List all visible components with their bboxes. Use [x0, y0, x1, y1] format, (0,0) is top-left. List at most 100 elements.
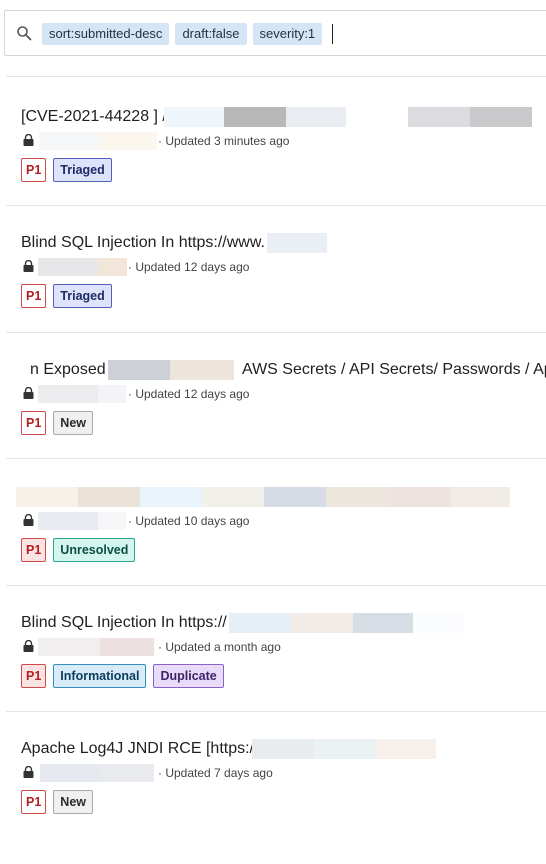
severity-badge: P1: [21, 284, 47, 308]
redacted-text: [314, 739, 376, 759]
redacted-reporter: [40, 764, 102, 782]
lock-icon: [23, 640, 34, 652]
redacted-text: [353, 613, 413, 633]
redacted-reporter: [98, 385, 126, 403]
lock-icon: [23, 260, 34, 272]
status-badge: Unresolved: [53, 538, 136, 562]
redacted-text: [376, 739, 436, 759]
redacted-reporter: [98, 258, 127, 276]
report-title-text: Blind SQL Injection In https://www.: [21, 234, 265, 251]
status-badge: Triaged: [53, 284, 112, 308]
report-title-text: Blind SQL Injection In https://: [21, 614, 227, 631]
report-card[interactable]: Blind SQL Injection In https://www. · Up…: [0, 232, 546, 358]
redacted-reporter: [102, 764, 154, 782]
search-icon: [17, 26, 32, 41]
report-meta: · Updated 12 days ago: [21, 258, 541, 276]
redacted-text: [16, 487, 78, 507]
updated-time: · Updated 12 days ago: [128, 387, 250, 401]
divider: [6, 332, 546, 333]
lock-icon: [23, 387, 34, 399]
search-bar[interactable]: sort:submitted-desc draft:false severity…: [4, 10, 546, 56]
report-title[interactable]: n Exposed AWS Secrets / API Secrets/ Pas…: [21, 359, 546, 381]
report-badges: P1 Triaged: [21, 158, 119, 182]
redacted-text: [413, 613, 463, 633]
severity-badge: P1: [21, 411, 47, 435]
divider: [6, 205, 546, 206]
filter-chip-draft[interactable]: draft:false: [175, 23, 247, 45]
updated-time: · Updated 10 days ago: [128, 514, 250, 528]
filter-chip-sort[interactable]: sort:submitted-desc: [42, 23, 170, 45]
report-card[interactable]: n Exposed AWS Secrets / API Secrets/ Pas…: [0, 359, 546, 485]
report-meta: · Updated 12 days ago: [21, 385, 541, 403]
report-meta: · Updated 10 days ago: [21, 512, 541, 530]
report-title-text: Apache Log4J JNDI RCE [https://: [21, 740, 259, 757]
report-badges: P1 Unresolved: [21, 538, 142, 562]
updated-time: · Updated a month ago: [158, 640, 281, 654]
status-badge: New: [53, 790, 93, 814]
redacted-reporter: [38, 385, 98, 403]
redacted-text: [286, 107, 346, 127]
updated-time: · Updated 12 days ago: [128, 260, 250, 274]
status-badge: Informational: [53, 664, 147, 688]
lock-icon: [23, 514, 34, 526]
redacted-text: [408, 107, 470, 127]
severity-badge: P1: [21, 790, 47, 814]
report-title-text: [CVE-2021-44228 ] /: [21, 108, 167, 125]
redacted-reporter: [99, 132, 157, 150]
divider: [6, 458, 546, 459]
report-card[interactable]: Blind SQL Injection In https:// · Update…: [0, 612, 546, 738]
redacted-text: [164, 107, 224, 127]
redacted-text: [229, 613, 291, 633]
report-title-text: AWS Secrets / API Secrets/ Passwords / A…: [242, 361, 546, 378]
report-badges: P1 Triaged: [21, 284, 119, 308]
report-title[interactable]: Apache Log4J JNDI RCE [https://: [21, 738, 546, 760]
report-badges: P1 New: [21, 411, 100, 435]
severity-badge: P1: [21, 538, 47, 562]
report-badges: P1 Informational Duplicate: [21, 664, 231, 688]
redacted-reporter: [38, 258, 98, 276]
redacted-reporter: [38, 638, 100, 656]
redacted-text: [470, 107, 532, 127]
lock-icon: [23, 134, 34, 146]
redacted-reporter: [39, 132, 99, 150]
redacted-text: [450, 487, 510, 507]
redacted-text: [224, 107, 286, 127]
redacted-text: [326, 487, 388, 507]
redacted-reporter: [38, 512, 98, 530]
report-title-prefix: n Exposed: [30, 361, 106, 378]
redacted-text: [291, 613, 353, 633]
report-meta: · Updated 3 minutes ago: [21, 132, 541, 150]
report-card[interactable]: Apache Log4J JNDI RCE [https:// · Update…: [0, 738, 546, 864]
redacted-text: [267, 233, 327, 253]
divider: [6, 711, 546, 712]
report-title[interactable]: [CVE-2021-44228 ] /: [21, 106, 546, 128]
redacted-text: [264, 487, 326, 507]
text-caret: [332, 24, 334, 44]
redacted-reporter: [100, 638, 154, 656]
redacted-text: [78, 487, 140, 507]
report-title[interactable]: Blind SQL Injection In https://www.: [21, 232, 546, 254]
severity-badge: P1: [21, 664, 47, 688]
redacted-text: [140, 487, 202, 507]
substate-badge: Duplicate: [153, 664, 224, 688]
report-badges: P1 New: [21, 790, 100, 814]
divider: [6, 585, 546, 586]
status-badge: Triaged: [53, 158, 112, 182]
redacted-text: [388, 487, 450, 507]
redacted-text: [202, 487, 264, 507]
divider: [6, 76, 546, 77]
report-card[interactable]: · Updated 10 days ago P1 Unresolved: [0, 486, 546, 612]
severity-badge: P1: [21, 158, 47, 182]
report-title[interactable]: Blind SQL Injection In https://: [21, 612, 546, 634]
search-filter-chips: sort:submitted-desc draft:false severity…: [42, 23, 334, 45]
report-meta: · Updated 7 days ago: [21, 764, 541, 782]
redacted-text: [108, 360, 170, 380]
report-card[interactable]: [CVE-2021-44228 ] / · Updated 3 minutes …: [0, 106, 546, 232]
lock-icon: [23, 766, 34, 778]
updated-time: · Updated 3 minutes ago: [158, 134, 290, 148]
report-meta: · Updated a month ago: [21, 638, 541, 656]
status-badge: New: [53, 411, 93, 435]
updated-time: · Updated 7 days ago: [158, 766, 273, 780]
filter-chip-severity[interactable]: severity:1: [252, 23, 323, 45]
report-title[interactable]: [16, 486, 546, 508]
